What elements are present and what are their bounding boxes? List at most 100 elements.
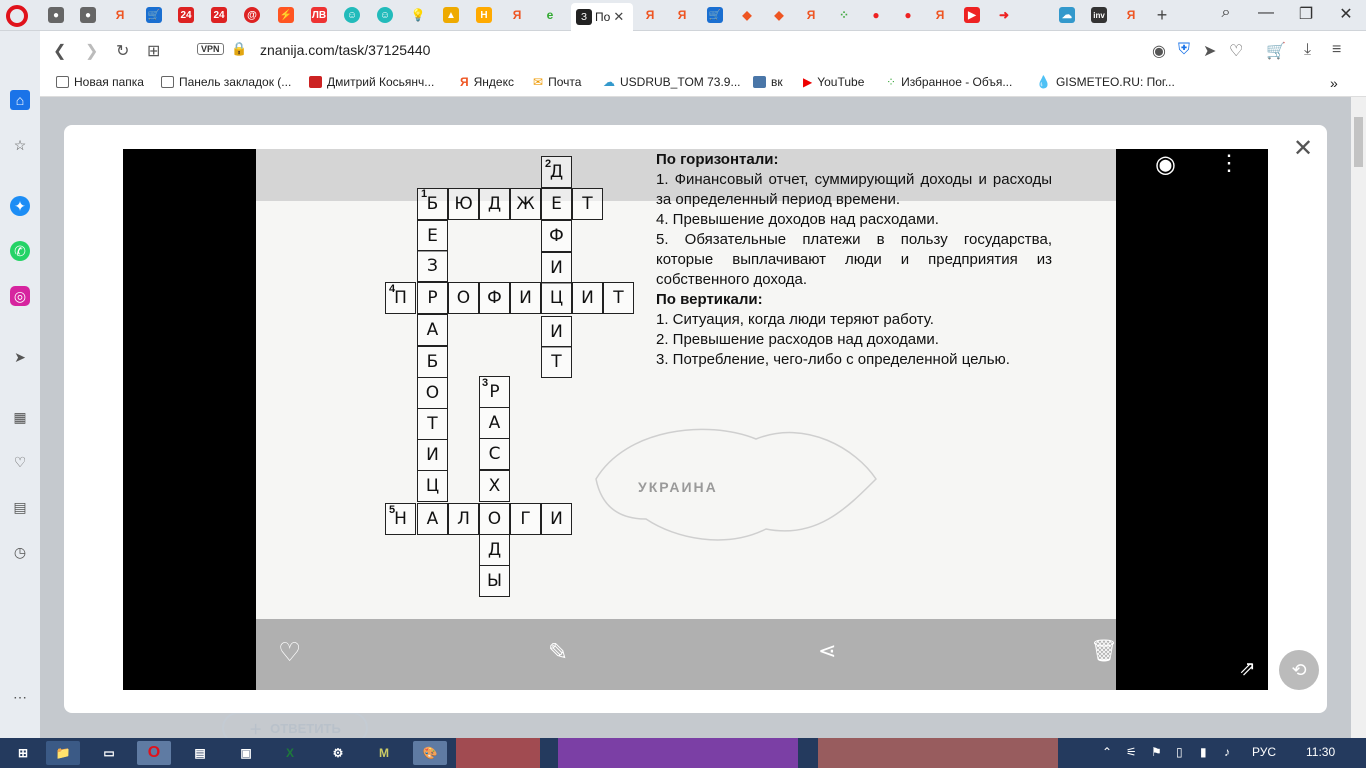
camera-icon[interactable]: ◉ (1152, 41, 1166, 61)
vpn-badge[interactable]: VPN (197, 43, 224, 55)
back-icon[interactable]: ❮ (53, 41, 66, 61)
tiles-icon[interactable]: ⊞ (147, 41, 160, 61)
shield-icon[interactable]: ⛨ (1178, 41, 1190, 59)
tab-favicon[interactable]: Я (505, 4, 529, 26)
tab-favicon[interactable]: 🛒 (703, 4, 727, 26)
tab-favicon[interactable]: @ (240, 4, 264, 26)
control-panel-icon[interactable]: ⚙ (321, 741, 355, 765)
page-scrollbar[interactable] (1351, 97, 1366, 738)
bookmarks-heart-icon[interactable]: ♡ (10, 452, 30, 472)
app-m-icon[interactable]: M (367, 741, 401, 765)
open-external-icon[interactable]: ⇗ (1239, 656, 1256, 681)
tab-active[interactable]: З По ✕ (571, 3, 633, 31)
bookmark-item[interactable]: 💧 GISMETEO.RU: Пог... (1036, 75, 1175, 89)
paint-icon[interactable]: 🎨 (413, 741, 447, 765)
forward-icon[interactable]: ❯ (85, 41, 98, 61)
tab-favicon[interactable]: Я (928, 4, 952, 26)
heart-icon[interactable]: ♡ (278, 637, 301, 668)
excel-icon[interactable]: X (273, 741, 307, 765)
opera-logo-icon[interactable] (6, 5, 28, 27)
modal-close-icon[interactable]: ✕ (1291, 137, 1315, 162)
tab-favicon[interactable]: 💡 (406, 4, 430, 26)
whatsapp-icon[interactable]: ✆ (10, 241, 30, 261)
flow-icon[interactable]: ➤ (10, 347, 30, 367)
share-icon[interactable]: ⋖ (818, 638, 836, 664)
tab-favicon[interactable]: ЛВ (307, 4, 331, 26)
tab-favicon[interactable]: Я (638, 4, 662, 26)
calculator-icon[interactable]: ▤ (183, 741, 217, 765)
notes-icon[interactable]: ▤ (10, 497, 30, 517)
tab-favicon[interactable]: ▶ (960, 4, 984, 26)
windows-start-icon[interactable]: ⊞ (6, 741, 40, 765)
messenger-icon[interactable]: ✦ (10, 196, 30, 216)
bookmark-item[interactable]: ⁘ Избранное - Объя... (886, 75, 1012, 89)
bookmarks-more-icon[interactable]: » (1330, 75, 1338, 91)
minimize-icon[interactable]: — (1246, 4, 1286, 22)
speed-dial-icon[interactable]: ☆ (10, 135, 30, 155)
eye-icon[interactable]: ◉ (1155, 150, 1176, 179)
search-tabs-icon[interactable]: ⌕ (1206, 4, 1246, 22)
tab-favicon[interactable]: ➜ (992, 4, 1016, 26)
download-icon[interactable]: ⤓ (1304, 41, 1311, 59)
tab-favicon[interactable]: inv (1087, 4, 1111, 26)
rotate-icon[interactable]: ⟲ (1279, 650, 1319, 690)
cart-icon[interactable]: 🛒 (1266, 41, 1286, 61)
instagram-icon[interactable]: ◎ (10, 286, 30, 306)
bookmark-item[interactable]: ▶ YouTube (803, 75, 864, 89)
tab-favicon[interactable]: ☺ (340, 4, 364, 26)
tab-favicon[interactable]: ⚡ (274, 4, 298, 26)
tab-favicon[interactable]: 24 (174, 4, 198, 26)
volume-icon[interactable]: ♪ (1224, 745, 1230, 759)
lock-icon[interactable]: 🔒 (231, 41, 247, 57)
tab-favicon[interactable]: Я (670, 4, 694, 26)
bookmark-item[interactable]: ☁ USDRUB_TOM 73.9... (603, 75, 740, 89)
bookmark-item[interactable]: Новая папка (56, 75, 144, 89)
home-icon[interactable]: ⌂ (10, 90, 30, 110)
tab-favicon[interactable]: e (538, 4, 562, 26)
heart-icon[interactable]: ♡ (1229, 41, 1243, 61)
tab-favicon[interactable]: 24 (207, 4, 231, 26)
history-icon[interactable]: ◷ (10, 542, 30, 562)
tab-favicon[interactable]: ● (76, 4, 100, 26)
bookmark-item[interactable]: Дмитрий Косьянч... (309, 75, 434, 89)
reload-icon[interactable]: ↻ (116, 41, 129, 61)
bookmark-item[interactable]: Я Яндекс (460, 75, 514, 89)
scrollbar-thumb[interactable] (1354, 117, 1363, 167)
tray-chevron-icon[interactable]: ⌃ (1102, 745, 1112, 759)
sidebar-more-icon[interactable]: ⋯ (10, 687, 30, 707)
opera-taskbar-icon[interactable]: O (137, 741, 171, 765)
bookmark-item[interactable]: ✉ Почта (533, 75, 581, 89)
tab-favicon[interactable]: ☁ (1055, 4, 1079, 26)
network-icon[interactable]: ▮ (1200, 745, 1207, 759)
tab-favicon[interactable]: ☺ (373, 4, 397, 26)
terminal-icon[interactable]: ▭ (92, 741, 126, 765)
tray-icon[interactable]: ⚟ (1126, 745, 1137, 759)
language-indicator[interactable]: РУС (1252, 745, 1276, 759)
restore-icon[interactable]: ❐ (1286, 4, 1326, 24)
tab-favicon[interactable]: Я (1119, 4, 1143, 26)
send-icon[interactable]: ➤ (1203, 41, 1216, 61)
flag-icon[interactable]: ⚑ (1151, 745, 1162, 759)
clock[interactable]: 11:30 (1306, 745, 1335, 759)
tab-favicon[interactable]: ▲ (439, 4, 463, 26)
remote-desktop-icon[interactable]: ▣ (229, 741, 263, 765)
tab-favicon[interactable]: ● (864, 4, 888, 26)
new-tab-plus-icon[interactable]: + (1150, 4, 1174, 26)
tab-favicon[interactable]: ◆ (767, 4, 791, 26)
tab-close-icon[interactable]: ✕ (613, 9, 624, 25)
tab-favicon[interactable]: H (472, 4, 496, 26)
tab-favicon[interactable]: 🛒 (142, 4, 166, 26)
trash-icon[interactable]: 🗑 (1090, 638, 1118, 664)
explorer-icon[interactable]: 📁 (46, 741, 80, 765)
tab-favicon[interactable]: Я (108, 4, 132, 26)
bookmark-item[interactable]: вк (753, 75, 783, 89)
tab-favicon[interactable]: ● (44, 4, 68, 26)
close-window-icon[interactable]: ✕ (1326, 4, 1366, 24)
tab-favicon[interactable]: ● (896, 4, 920, 26)
pencil-icon[interactable]: ✎ (548, 638, 568, 667)
tab-favicon[interactable]: ⁘ (832, 4, 856, 26)
tab-favicon[interactable]: Я (799, 4, 823, 26)
bookmark-item[interactable]: Панель закладок (... (161, 75, 291, 89)
workspaces-icon[interactable]: ▦ (10, 407, 30, 427)
url-field[interactable]: znanija.com/task/37125440 (260, 42, 430, 58)
